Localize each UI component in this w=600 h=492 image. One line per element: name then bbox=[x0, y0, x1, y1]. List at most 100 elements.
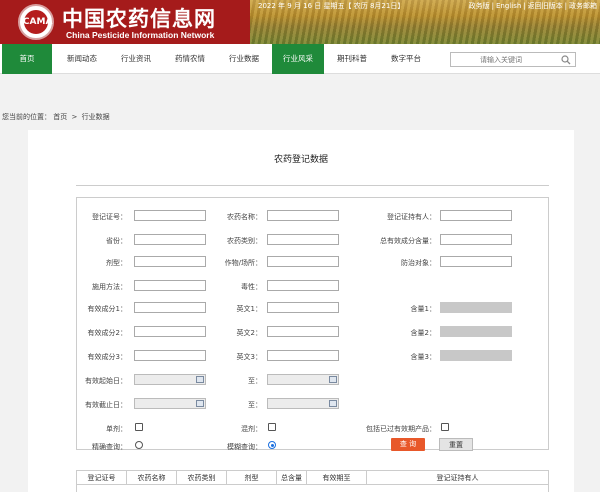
search-icon[interactable] bbox=[561, 55, 571, 65]
label-ingredient-3: 有效成分3： bbox=[87, 353, 127, 361]
results-table: 登记证号 农药名称 农药类别 剂型 总含量 有效期至 登记证持有人 bbox=[76, 470, 549, 492]
label-application: 施用方法： bbox=[92, 283, 127, 291]
content-1-input bbox=[440, 302, 512, 313]
ingredient-3-input[interactable] bbox=[134, 350, 206, 361]
content-3-input bbox=[440, 350, 512, 361]
col-reg-no: 登记证号 bbox=[77, 471, 127, 485]
breadcrumb-home[interactable]: 首页 bbox=[53, 113, 67, 121]
site-subtitle: China Pesticide Information Network bbox=[66, 30, 215, 40]
link-old-version[interactable]: 返回旧版本 bbox=[528, 1, 563, 11]
mixed-checkbox[interactable] bbox=[268, 423, 276, 431]
site-logo[interactable]: ICAMA bbox=[18, 4, 54, 40]
ingredient-1-input[interactable] bbox=[134, 302, 206, 313]
label-formulation: 剂型： bbox=[106, 259, 127, 267]
top-links: 政务版 | English | 返回旧版本 | 政务邮箱 bbox=[468, 1, 597, 11]
label-content-3: 含量3： bbox=[410, 353, 436, 361]
toxicity-input[interactable] bbox=[267, 280, 339, 291]
header-banner: ICAMA 中国农药信息网 China Pesticide Informatio… bbox=[0, 0, 600, 44]
search-box bbox=[450, 52, 576, 67]
main-nav: 首页 新闻动态 行业资讯 药情农情 行业数据 行业风采 期刊科普 数字平台 bbox=[0, 44, 600, 74]
nav-digital-platform[interactable]: 数字平台 bbox=[380, 44, 432, 74]
label-content-2: 含量2： bbox=[410, 329, 436, 337]
search-input[interactable] bbox=[451, 55, 551, 64]
content-panel: 农药登记数据 登记证号： 农药名称： 登记证持有人： 省份： 农药类别： 总有效… bbox=[28, 130, 574, 492]
label-english-3: 英文3： bbox=[236, 353, 262, 361]
date-bar: 2022 年 9 月 16 日 星期五【 农历 8月21日】 bbox=[258, 0, 444, 11]
nav-news[interactable]: 新闻动态 bbox=[56, 44, 108, 74]
exact-radio[interactable] bbox=[135, 441, 143, 449]
col-holder: 登记证持有人 bbox=[367, 471, 548, 485]
valid-end-from-input[interactable] bbox=[134, 398, 206, 409]
application-input[interactable] bbox=[134, 280, 206, 291]
valid-end-to-input[interactable] bbox=[267, 398, 339, 409]
valid-start-to-input[interactable] bbox=[267, 374, 339, 385]
crop-input[interactable] bbox=[267, 256, 339, 267]
label-english-1: 英文1： bbox=[236, 305, 262, 313]
logo-text: ICAMA bbox=[20, 10, 52, 34]
ingredient-2-input[interactable] bbox=[134, 326, 206, 337]
label-target: 防治对象： bbox=[401, 259, 436, 267]
total-content-input[interactable] bbox=[440, 234, 512, 245]
label-exact: 精确查询： bbox=[92, 443, 127, 451]
label-total-content: 总有效成分含量： bbox=[380, 237, 436, 245]
calendar-icon[interactable] bbox=[196, 376, 204, 383]
breadcrumb-current[interactable]: 行业数据 bbox=[82, 113, 110, 121]
province-input[interactable] bbox=[134, 234, 206, 245]
label-content-1: 含量1： bbox=[410, 305, 436, 313]
english-1-input[interactable] bbox=[267, 302, 339, 313]
col-category: 农药类别 bbox=[177, 471, 227, 485]
label-valid-start: 有效起始日： bbox=[85, 377, 127, 385]
english-2-input[interactable] bbox=[267, 326, 339, 337]
reset-button[interactable]: 重置 bbox=[439, 438, 473, 451]
breadcrumb-prefix: 您当前的位置： bbox=[2, 113, 51, 121]
site-title: 中国农药信息网 bbox=[62, 6, 216, 31]
category-input[interactable] bbox=[267, 234, 339, 245]
current-date: 2022 年 9 月 16 日 星期五【 农历 8月21日】 bbox=[258, 1, 405, 10]
title-divider bbox=[76, 185, 549, 186]
label-fuzzy: 模糊查询： bbox=[227, 443, 262, 451]
calendar-icon[interactable] bbox=[329, 400, 337, 407]
query-button[interactable]: 查 询 bbox=[391, 438, 425, 451]
content-2-input bbox=[440, 326, 512, 337]
breadcrumb-separator: > bbox=[71, 113, 78, 121]
formulation-input[interactable] bbox=[134, 256, 206, 267]
breadcrumb: 您当前的位置： 首页 > 行业数据 bbox=[2, 112, 110, 122]
nav-journal[interactable]: 期刊科普 bbox=[326, 44, 378, 74]
label-valid-end: 有效截止日： bbox=[85, 401, 127, 409]
link-gov-mail[interactable]: 政务邮箱 bbox=[569, 1, 597, 11]
label-mixed: 混剂： bbox=[241, 425, 262, 433]
nav-home[interactable]: 首页 bbox=[2, 44, 52, 74]
english-3-input[interactable] bbox=[267, 350, 339, 361]
col-name: 农药名称 bbox=[127, 471, 177, 485]
calendar-icon[interactable] bbox=[196, 400, 204, 407]
single-checkbox[interactable] bbox=[135, 423, 143, 431]
label-single: 单剂： bbox=[106, 425, 127, 433]
label-holder: 登记证持有人： bbox=[387, 213, 436, 221]
label-to-2: 至： bbox=[248, 401, 262, 409]
label-ingredient-1: 有效成分1： bbox=[87, 305, 127, 313]
nav-industry-info[interactable]: 行业资讯 bbox=[110, 44, 162, 74]
fuzzy-radio[interactable] bbox=[268, 441, 276, 449]
target-input[interactable] bbox=[440, 256, 512, 267]
label-crop: 作物/场所： bbox=[224, 259, 262, 267]
calendar-icon[interactable] bbox=[329, 376, 337, 383]
col-total-content: 总含量 bbox=[277, 471, 307, 485]
label-reg-no: 登记证号： bbox=[92, 213, 127, 221]
include-expired-checkbox[interactable] bbox=[441, 423, 449, 431]
nav-industry-style[interactable]: 行业风采 bbox=[272, 44, 324, 74]
col-formulation: 剂型 bbox=[227, 471, 277, 485]
label-include-expired: 包括已过有效期产品： bbox=[366, 425, 436, 433]
nav-pest-crop[interactable]: 药情农情 bbox=[164, 44, 216, 74]
nav-industry-data[interactable]: 行业数据 bbox=[218, 44, 270, 74]
link-english[interactable]: English bbox=[496, 2, 521, 10]
search-form: 登记证号： 农药名称： 登记证持有人： 省份： 农药类别： 总有效成分含量： 剂… bbox=[76, 197, 549, 451]
label-toxicity: 毒性： bbox=[241, 283, 262, 291]
reg-no-input[interactable] bbox=[134, 210, 206, 221]
link-gov[interactable]: 政务版 bbox=[469, 1, 490, 11]
pesticide-name-input[interactable] bbox=[267, 210, 339, 221]
label-category: 农药类别： bbox=[227, 237, 262, 245]
col-valid-until: 有效期至 bbox=[307, 471, 367, 485]
holder-input[interactable] bbox=[440, 210, 512, 221]
valid-start-from-input[interactable] bbox=[134, 374, 206, 385]
label-pesticide-name: 农药名称： bbox=[227, 213, 262, 221]
